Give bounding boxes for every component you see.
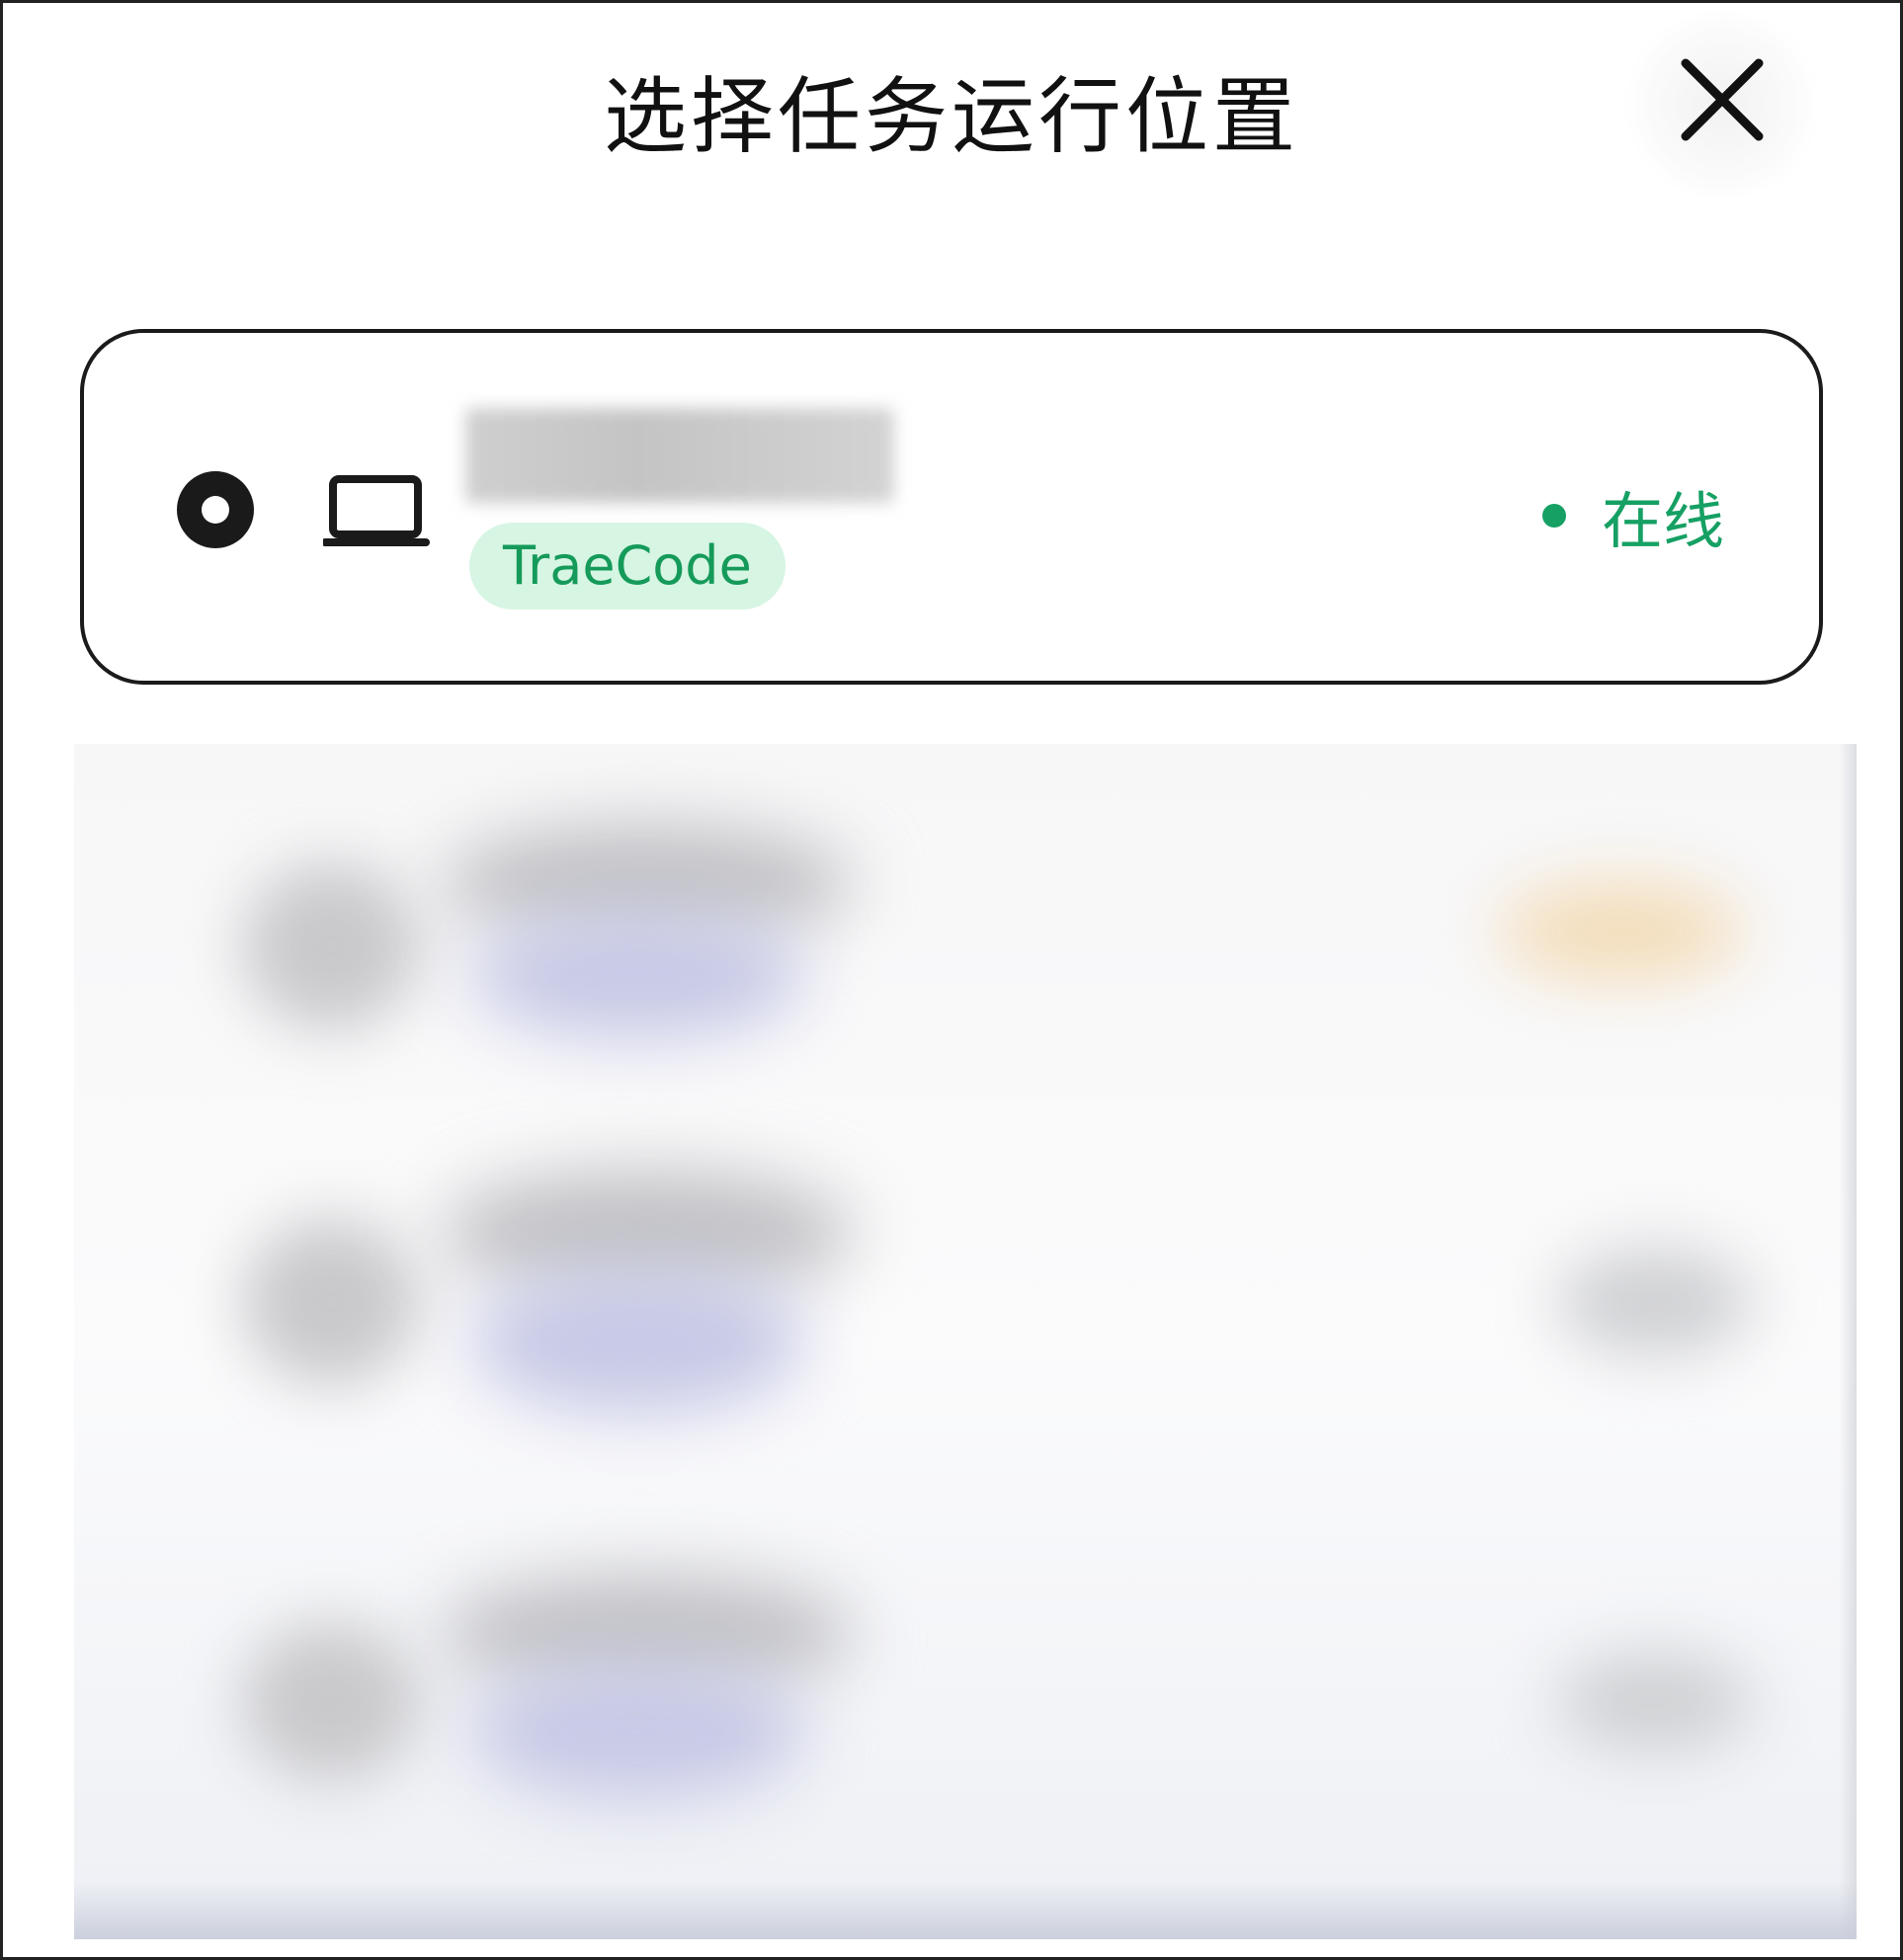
list-item[interactable] [74, 1129, 1857, 1505]
item-sub-blurred [469, 1267, 805, 1416]
item-sub-blurred [469, 912, 805, 1040]
list-item[interactable] [74, 744, 1857, 1119]
location-picker-sheet: 选择任务运行位置 TraeCode 在线 [0, 0, 1903, 1960]
online-dot-icon [1541, 504, 1566, 528]
item-status-blurred [1556, 1248, 1754, 1356]
close-icon [1681, 58, 1764, 141]
ide-tag: TraeCode [469, 523, 786, 610]
page-title: 选择任务运行位置 [603, 68, 1299, 165]
close-button[interactable] [1623, 11, 1821, 199]
item-icon-blurred [242, 862, 420, 1030]
status-text: 在线 [1601, 485, 1724, 557]
status-indicator: 在线 [1541, 471, 1724, 560]
item-icon-blurred [242, 1623, 420, 1781]
item-status-blurred [1556, 1653, 1754, 1752]
location-list-blurred [74, 744, 1857, 1939]
location-option-selected[interactable]: TraeCode 在线 [80, 329, 1823, 685]
item-status-blurred [1497, 882, 1744, 981]
radio-selected-icon[interactable] [177, 471, 254, 548]
laptop-icon [321, 471, 432, 554]
device-name-redacted [465, 408, 894, 503]
item-icon-blurred [242, 1218, 420, 1386]
sheet-header: 选择任务运行位置 [3, 3, 1900, 210]
item-sub-blurred [469, 1663, 805, 1801]
list-item[interactable] [74, 1534, 1857, 1910]
